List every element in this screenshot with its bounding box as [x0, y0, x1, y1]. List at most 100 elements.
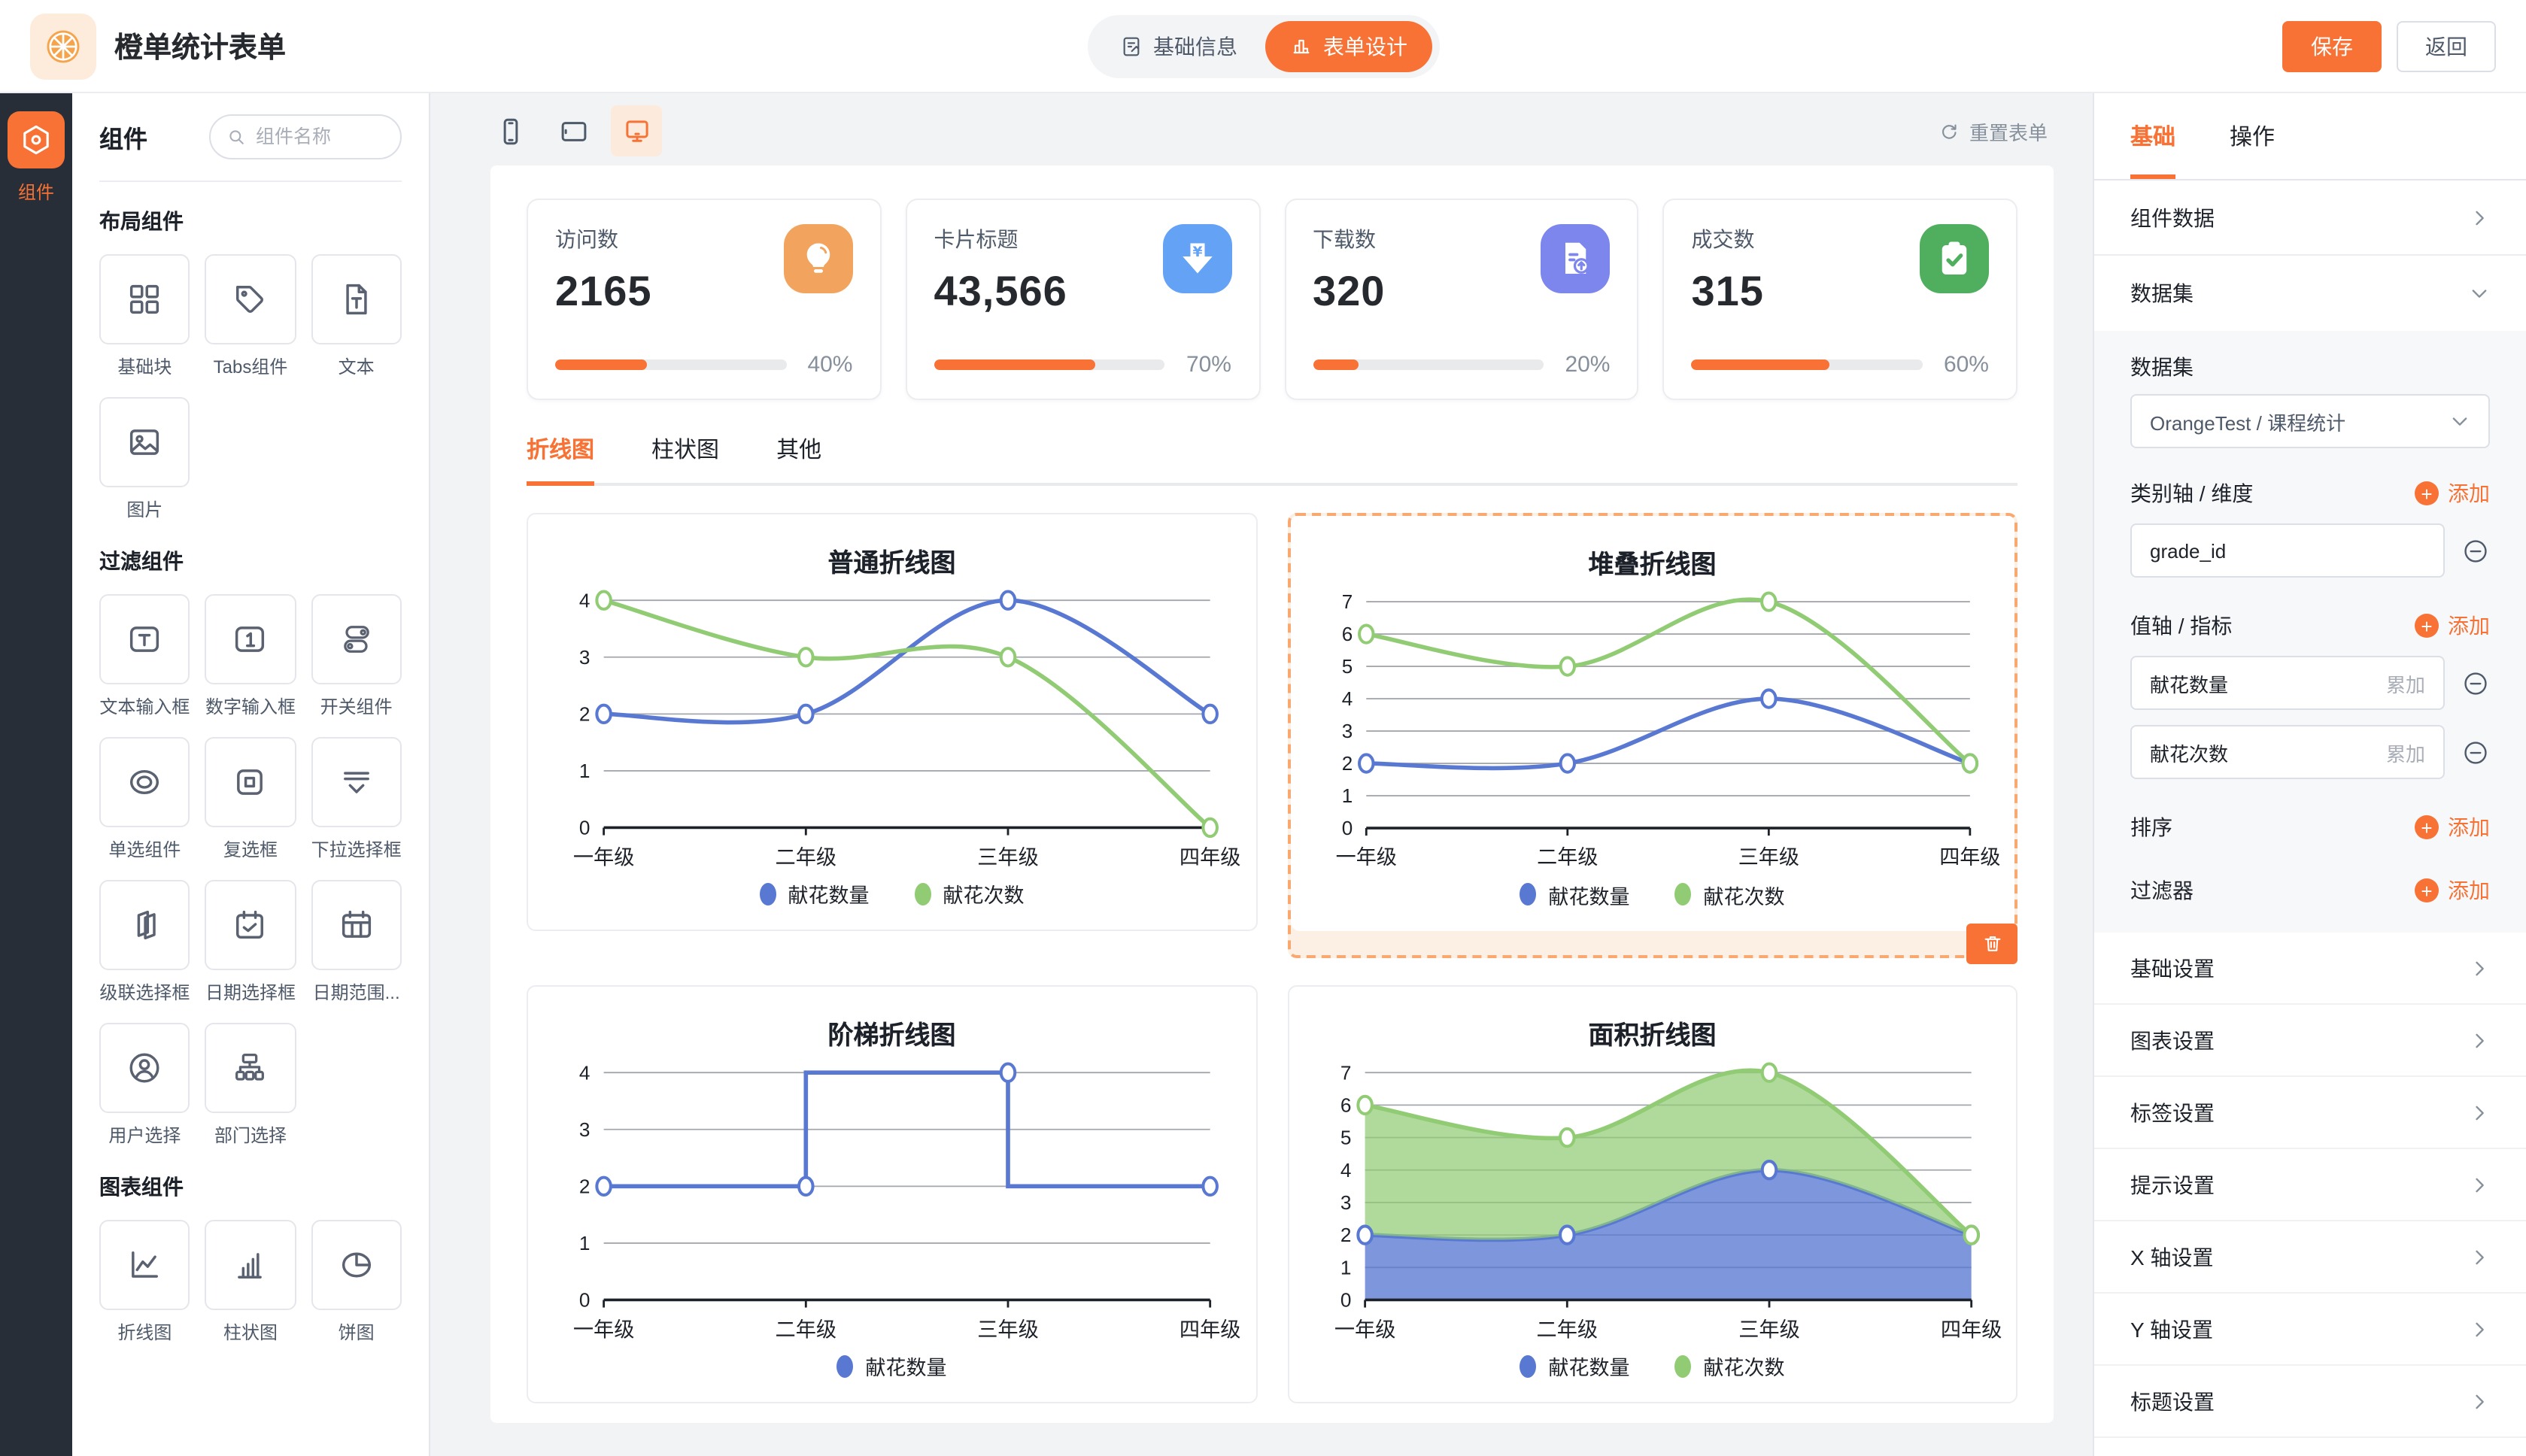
- component-item-bar-chart[interactable]: 柱状图: [205, 1220, 296, 1345]
- svg-text:7: 7: [1341, 590, 1353, 613]
- tab-form-design[interactable]: 表单设计: [1265, 20, 1432, 71]
- charts-grid: 普通折线图 01234一年级二年级三年级四年级 献花数量献花次数 堆叠折线图 0…: [527, 513, 2017, 1403]
- tab-bar-charts[interactable]: 柱状图: [651, 433, 719, 483]
- svg-text:二年级: 二年级: [1536, 845, 1597, 869]
- clipboard-check-icon: [1920, 224, 1989, 293]
- add-filter-button[interactable]: + 添加: [2415, 875, 2490, 905]
- category-axis-label: 类别轴 / 维度: [2130, 478, 2253, 508]
- metric-field[interactable]: 献花数量 累加: [2130, 656, 2445, 710]
- dimension-field[interactable]: grade_id: [2130, 523, 2445, 578]
- row-dataset[interactable]: 数据集: [2094, 256, 2526, 331]
- remove-circle-icon[interactable]: [2461, 738, 2490, 766]
- org-chart-icon: [231, 1048, 270, 1087]
- settings-row-label[interactable]: 标签设置: [2094, 1077, 2526, 1149]
- form-surface: 访问数 2165 40% 卡片标题 43,566: [490, 165, 2054, 1423]
- component-item-switch[interactable]: 开关组件: [311, 594, 402, 719]
- svg-text:二年级: 二年级: [1536, 1317, 1598, 1340]
- header-segmented-nav: 基础信息 表单设计: [1087, 14, 1439, 77]
- chevron-right-icon: [2469, 1030, 2490, 1051]
- component-panel: 组件 布局组件 基础块 Tabs组件 文本 图片 过滤组件 文本输入框 数字输入…: [72, 93, 430, 1456]
- component-item-cascade[interactable]: 级联选择框: [99, 880, 190, 1005]
- component-item-line-chart[interactable]: 折线图: [99, 1220, 190, 1345]
- settings-row-chart[interactable]: 图表设置: [2094, 1005, 2526, 1077]
- image-icon: [125, 423, 164, 462]
- component-item-date-range[interactable]: 日期范围...: [311, 880, 402, 1005]
- stat-card-deals[interactable]: 成交数 315 60%: [1663, 199, 2018, 400]
- design-canvas: 重置表单 访问数 2165 40%: [430, 93, 2093, 1456]
- component-search[interactable]: [209, 114, 402, 159]
- remove-circle-icon[interactable]: [2461, 536, 2490, 565]
- component-item-number-input[interactable]: 数字输入框: [205, 594, 296, 719]
- rail-item-components[interactable]: [8, 111, 65, 168]
- svg-text:一年级: 一年级: [573, 845, 635, 869]
- back-button[interactable]: 返回: [2397, 20, 2496, 71]
- component-item-image[interactable]: 图片: [99, 397, 190, 522]
- settings-row-basic[interactable]: 基础设置: [2094, 933, 2526, 1005]
- tab-basic-info[interactable]: 基础信息: [1094, 20, 1261, 71]
- delete-component-button[interactable]: [1966, 923, 2017, 963]
- cascade-icon: [125, 905, 164, 945]
- yuan-download-icon: ¥: [1162, 224, 1231, 293]
- remove-circle-icon[interactable]: [2461, 669, 2490, 697]
- selected-component-outline[interactable]: 堆叠折线图 01234567一年级二年级三年级四年级 献花数量献花次数: [1287, 513, 2017, 957]
- settings-row-title[interactable]: 标题设置: [2094, 1366, 2526, 1438]
- add-dimension-button[interactable]: + 添加: [2415, 478, 2490, 508]
- dataset-select[interactable]: OrangeTest / 课程统计: [2130, 394, 2490, 448]
- stat-card-visits[interactable]: 访问数 2165 40%: [527, 199, 882, 400]
- add-sort-button[interactable]: + 添加: [2415, 812, 2490, 842]
- component-item-date-picker[interactable]: 日期选择框: [205, 880, 296, 1005]
- component-item-checkbox[interactable]: 复选框: [205, 737, 296, 862]
- device-phone-button[interactable]: [484, 105, 536, 156]
- chevron-right-icon: [2469, 1102, 2490, 1123]
- chart-step-line[interactable]: 阶梯折线图 01234一年级二年级三年级四年级 献花数量: [527, 984, 1257, 1403]
- group-label-chart: 图表组件: [99, 1172, 402, 1202]
- chart-area-line[interactable]: 面积折线图 01234567一年级二年级三年级四年级 献花数量献花次数: [1287, 984, 2017, 1403]
- reset-form-button[interactable]: 重置表单: [1938, 117, 2048, 145]
- tab-other-charts[interactable]: 其他: [776, 433, 821, 483]
- svg-text:5: 5: [1340, 1126, 1351, 1148]
- chevron-right-icon: [2469, 957, 2490, 978]
- settings-row-tooltip[interactable]: 提示设置: [2094, 1149, 2526, 1221]
- canvas-toolbar: 重置表单: [430, 93, 2093, 162]
- device-desktop-button[interactable]: [611, 105, 662, 156]
- svg-text:7: 7: [1340, 1061, 1351, 1084]
- tab-inspector-action[interactable]: 操作: [2230, 93, 2275, 179]
- component-item-dept-picker[interactable]: 部门选择: [205, 1023, 296, 1148]
- user-icon: [125, 1048, 164, 1087]
- component-item-text-input[interactable]: 文本输入框: [99, 594, 190, 719]
- component-item-tabs[interactable]: Tabs组件: [205, 254, 296, 379]
- tab-line-charts[interactable]: 折线图: [527, 433, 594, 483]
- search-input[interactable]: [256, 126, 385, 147]
- svg-text:一年级: 一年级: [573, 1317, 635, 1340]
- app-logo: [30, 13, 96, 79]
- chart-legend: 献花数量: [543, 1348, 1240, 1393]
- stat-card-title[interactable]: 卡片标题 43,566 ¥ 70%: [906, 199, 1261, 400]
- component-item-text[interactable]: 文本: [311, 254, 402, 379]
- settings-row-yaxis[interactable]: Y 轴设置: [2094, 1294, 2526, 1366]
- component-item-select[interactable]: 下拉选择框: [311, 737, 402, 862]
- settings-row-xaxis[interactable]: X 轴设置: [2094, 1221, 2526, 1294]
- svg-text:2: 2: [1340, 1223, 1351, 1245]
- component-item-pie-chart[interactable]: 饼图: [311, 1220, 402, 1345]
- radio-icon: [125, 763, 164, 802]
- row-component-data[interactable]: 组件数据: [2094, 180, 2526, 256]
- component-item-radio[interactable]: 单选组件: [99, 737, 190, 862]
- save-button[interactable]: 保存: [2282, 20, 2382, 71]
- chart-stacked-line[interactable]: 堆叠折线图 01234567一年级二年级三年级四年级 献花数量献花次数: [1290, 516, 2014, 930]
- chart-normal-line[interactable]: 普通折线图 01234一年级二年级三年级四年级 献花数量献花次数: [527, 513, 1257, 932]
- inspector-panel: 基础 操作 组件数据 数据集 数据集 OrangeTest / 课程统计 类别轴…: [2093, 93, 2526, 1456]
- component-item-user-picker[interactable]: 用户选择: [99, 1023, 190, 1148]
- svg-text:0: 0: [1340, 1288, 1351, 1311]
- tab-inspector-basic[interactable]: 基础: [2130, 93, 2175, 179]
- plus-circle-icon: +: [2415, 614, 2439, 638]
- component-item-basic-block[interactable]: 基础块: [99, 254, 190, 379]
- calendar-grid-icon: [337, 905, 376, 945]
- chart-legend: 献花数量献花次数: [1305, 876, 1999, 921]
- add-metric-button[interactable]: + 添加: [2415, 611, 2490, 641]
- device-tablet-button[interactable]: [548, 105, 599, 156]
- stat-card-downloads[interactable]: 下载数 320 20%: [1284, 199, 1639, 400]
- chevron-right-icon: [2469, 1174, 2490, 1195]
- svg-text:1: 1: [579, 760, 591, 782]
- svg-text:4: 4: [579, 1061, 591, 1084]
- metric-field[interactable]: 献花次数 累加: [2130, 725, 2445, 779]
